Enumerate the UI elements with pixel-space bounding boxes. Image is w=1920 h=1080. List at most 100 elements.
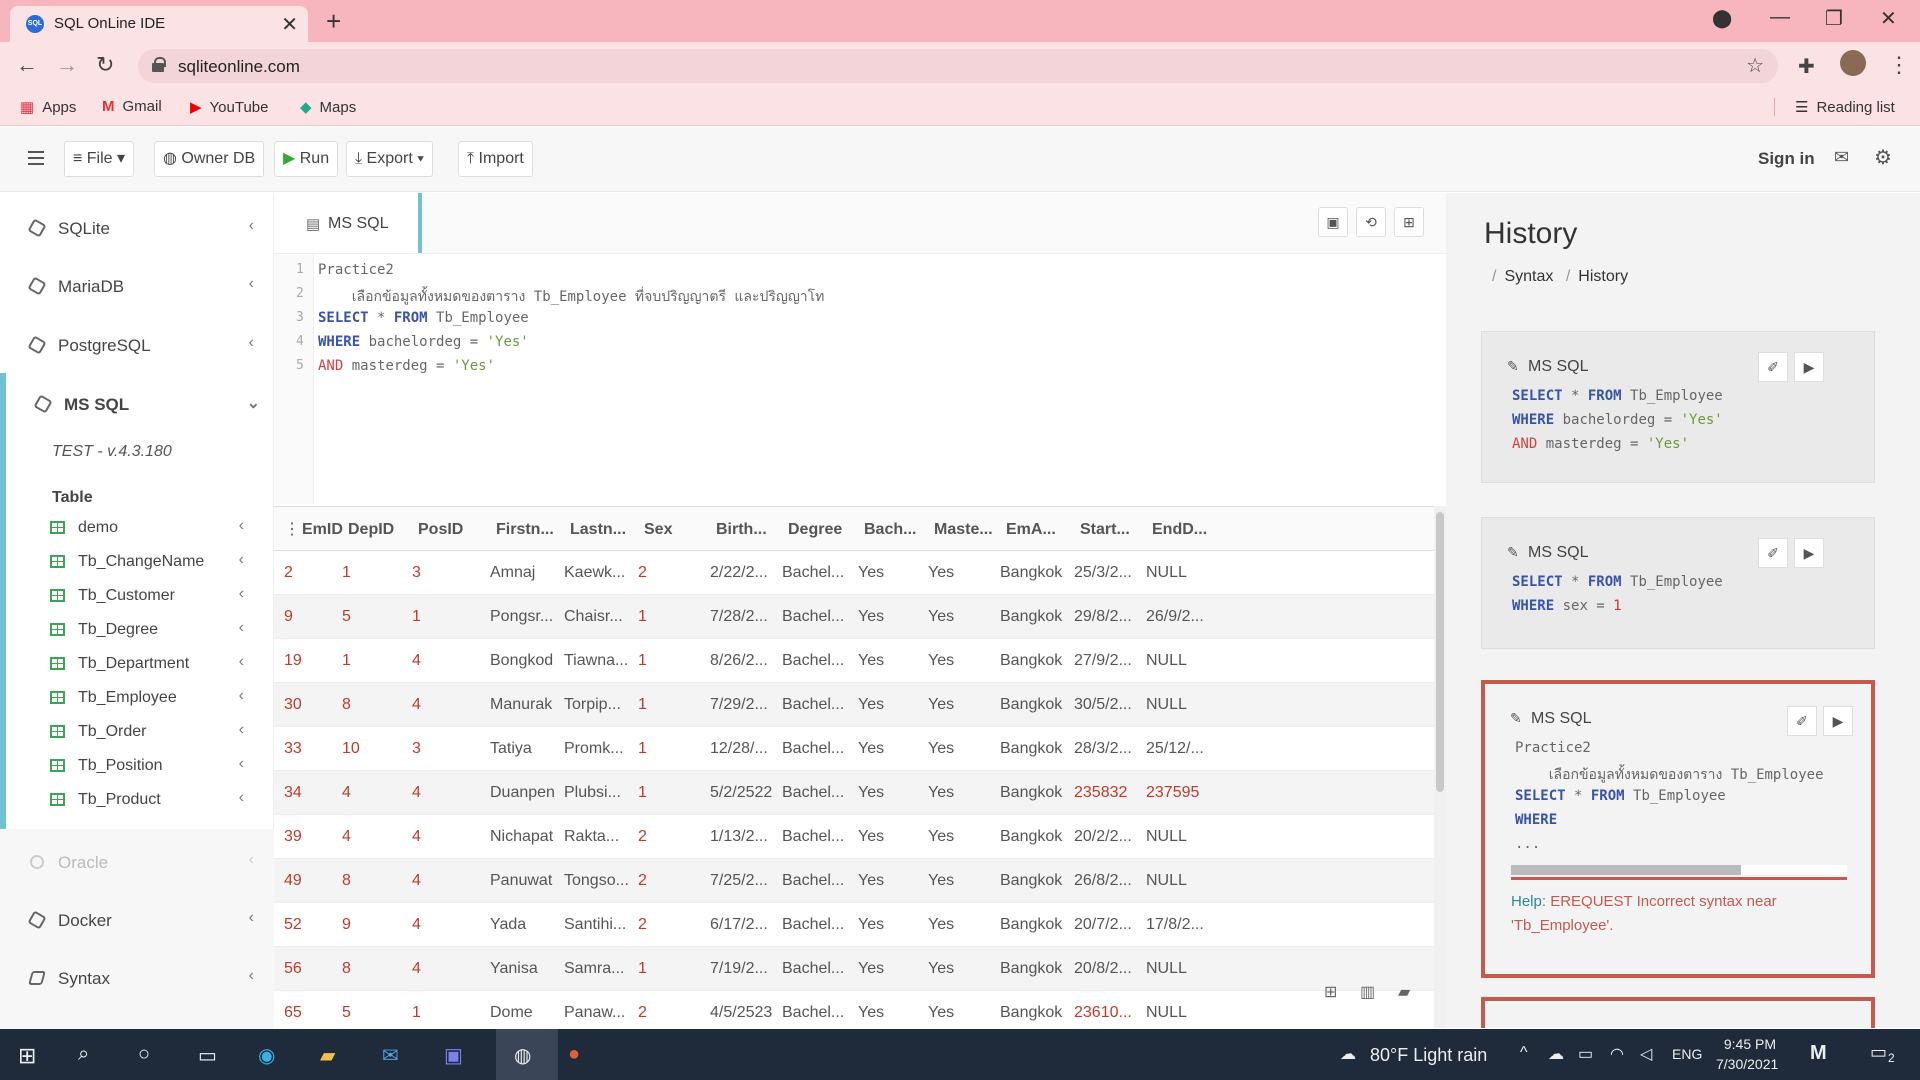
history-card[interactable]: ✎ MS SQL ✐ ▶ SELECT * FROM Tb_Employee W… [1481,331,1875,483]
table-cell[interactable]: 4 [412,784,421,802]
table-cell[interactable]: Bachel... [782,784,844,802]
notifications-icon[interactable]: ▭ [1870,1042,1887,1063]
browser-menu-icon[interactable]: ⋮ [1888,52,1910,78]
help-link[interactable]: Help: [1511,893,1546,910]
table-cell[interactable]: 26/8/2... [1074,872,1132,890]
table-cell[interactable]: Yes [858,872,884,890]
onedrive-icon[interactable]: ☁ [1548,1044,1564,1064]
history-card-error[interactable]: ✎ MS SQL ✐ ▶ Practice2 เลือกข้อมูลทั้งหม… [1481,680,1875,978]
table-cell[interactable]: Yes [858,652,884,670]
table-cell[interactable]: Bachel... [782,960,844,978]
table-cell[interactable]: Yanisa [490,960,538,978]
horizontal-scrollbar[interactable] [1511,865,1847,875]
table-cell[interactable]: 34 [284,784,302,802]
export-button[interactable]: ⤓ Export ▾ [346,141,433,177]
table-cell[interactable]: 19 [284,652,302,670]
table-cell[interactable]: 7/25/2... [710,872,768,890]
table-cell[interactable]: 1 [342,652,351,670]
table-cell[interactable]: Panaw... [564,1004,625,1022]
history-card-error[interactable] [1481,997,1875,1028]
table-cell[interactable]: Yes [858,740,884,758]
table-cell[interactable]: 29/8/2... [1074,608,1132,626]
table-row[interactable]: 33 10 3 Tatiya Promk... 1 12/28/... Bachel... Ye… [274,727,1434,771]
back-icon[interactable]: ← [16,52,38,78]
table-cell[interactable]: Plubsi... [564,784,621,802]
table-cell[interactable]: 2 [638,916,647,934]
table-cell[interactable]: Yes [928,696,954,714]
sidebar-item-postgresql[interactable]: PostgreSQL ‹ [27,332,260,360]
avatar[interactable] [1840,50,1866,76]
scroll-thumb[interactable] [1436,512,1444,792]
column-header[interactable]: Degree [788,521,842,539]
table-cell[interactable]: Bangkok [1000,916,1062,934]
table-cell[interactable]: 7/29/2... [710,696,768,714]
table-row[interactable]: 2 1 3 Amnaj Kaewk... 2 2/22/2... Bachel... Yes Ye… [274,551,1434,595]
table-row[interactable]: 19 1 4 Bongkod Tiawna... 1 8/26/2... Bachel... Y… [274,639,1434,683]
table-cell[interactable]: Bachel... [782,872,844,890]
table-cell[interactable]: Bangkok [1000,960,1062,978]
breadcrumb-history[interactable]: History [1578,268,1628,285]
table-cell[interactable]: 3 [412,564,421,582]
column-header[interactable]: EndD... [1152,521,1207,539]
table-cell[interactable]: Tatiya [490,740,532,758]
table-cell[interactable]: Dome [490,1004,533,1022]
table-cell[interactable]: 4 [412,652,421,670]
table-cell[interactable]: Pongsr... [490,608,553,626]
table-cell[interactable]: 5/2/2522 [710,784,772,802]
sidebar-table-demo[interactable]: demo ‹ [50,515,260,541]
sidebar-table-tb-order[interactable]: Tb_Order ‹ [50,719,260,745]
result-grid[interactable]: ⋮ EmID DepID PosID Firstn... Lastn... Sex Birt… [274,506,1434,1028]
edit-icon[interactable]: ✐ [1787,706,1817,736]
table-cell[interactable]: Rakta... [564,828,619,846]
table-cell[interactable]: 25/3/2... [1074,564,1132,582]
table-cell[interactable]: Amnaj [490,564,535,582]
table-cell[interactable]: Bachel... [782,740,844,758]
table-cell[interactable]: Bachel... [782,652,844,670]
url-text[interactable]: sqliteonline.com [178,57,300,77]
gear-icon[interactable]: ⚙ [1874,145,1892,170]
table-cell[interactable]: Bangkok [1000,872,1062,890]
table-cell[interactable]: Yes [928,608,954,626]
profile-menu-icon[interactable]: ⬤ [1712,8,1732,29]
table-cell[interactable]: 1 [412,1004,421,1022]
sidebar-item-sqlite[interactable]: SQLite ‹ [27,215,260,243]
mail-icon[interactable]: ✉ [1834,147,1849,168]
column-header[interactable]: EmA... [1006,521,1056,539]
table-cell[interactable]: Bachel... [782,696,844,714]
table-cell[interactable]: 4 [342,828,351,846]
table-row[interactable]: 52 9 4 Yada Santihi... 2 6/17/2... Bachel... Yes… [274,903,1434,947]
table-cell[interactable]: Yes [928,916,954,934]
table-row[interactable]: 49 8 4 Panuwat Tongso... 2 7/25/2... Bachel... Y… [274,859,1434,903]
table-cell[interactable]: Tiawna... [564,652,628,670]
code-editor[interactable]: 1 2 3 4 5 Practice2 เลือกข้อมูลทั้งหมดขอ… [274,253,1446,504]
maximize-icon[interactable]: ❐ [1825,6,1843,31]
table-cell[interactable]: 237595 [1146,784,1199,802]
table-cell[interactable]: 1 [342,564,351,582]
table-row[interactable]: 9 5 1 Pongsr... Chaisr... 1 7/28/2... Bachel...… [274,595,1434,639]
table-cell[interactable]: Yes [858,564,884,582]
sidebar-table-tb-position[interactable]: Tb_Position ‹ [50,753,260,779]
table-cell[interactable]: NULL [1146,564,1187,582]
table-cell[interactable]: Tongso... [564,872,629,890]
cortana-icon[interactable]: ○ [138,1043,150,1066]
table-cell[interactable]: Bongkod [490,652,553,670]
table-cell[interactable]: Samra... [564,960,624,978]
close-window-icon[interactable]: ✕ [1880,6,1897,31]
sidebar-item-mariadb[interactable]: MariaDB ‹ [27,273,260,301]
table-cell[interactable]: Yes [928,564,954,582]
table-cell[interactable]: Yes [928,872,954,890]
search-icon[interactable]: ⌕ [78,1043,89,1066]
minimize-icon[interactable]: — [1770,6,1790,29]
table-cell[interactable]: 6/17/2... [710,916,768,934]
bookmark-maps[interactable]: ◆ Maps [300,98,356,116]
table-cell[interactable]: Torpip... [564,696,621,714]
powerpoint-icon[interactable]: ● [568,1043,580,1066]
bookmark-star-icon[interactable]: ☆ [1746,53,1764,78]
forward-icon[interactable]: → [56,52,78,78]
column-header[interactable]: Start... [1080,521,1130,539]
weather-icon[interactable]: ☁ [1340,1044,1356,1064]
table-cell[interactable]: 2 [638,828,647,846]
table-row[interactable]: 65 5 1 Dome Panaw... 2 4/5/2523 Bachel... Yes Yes… [274,991,1434,1028]
windows-start-icon[interactable]: ⊞ [18,1043,36,1069]
omnibox[interactable]: sqliteonline.com ☆ [138,49,1778,83]
